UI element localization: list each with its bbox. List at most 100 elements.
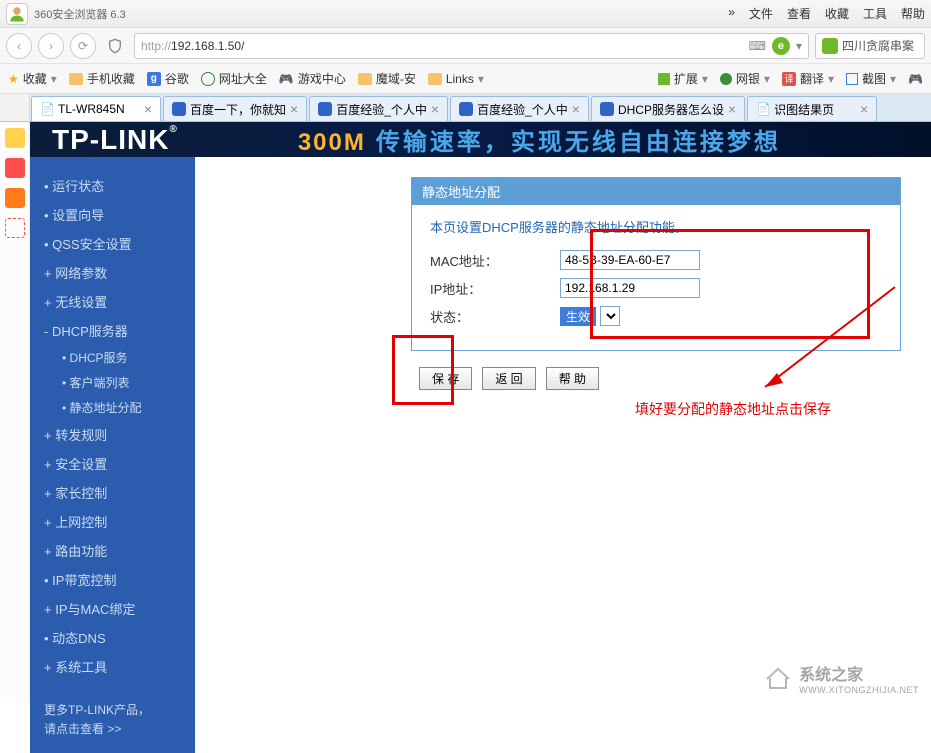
- status-label: 状态：: [430, 307, 560, 326]
- nav-dhcp-clients[interactable]: • 客户端列表: [30, 370, 195, 395]
- keyboard-icon[interactable]: ⌨: [749, 39, 766, 53]
- close-icon[interactable]: ×: [431, 101, 439, 117]
- nav-dhcp-static[interactable]: • 静态地址分配: [30, 395, 195, 420]
- bm-sites[interactable]: 网址大全: [201, 70, 267, 87]
- nav-network[interactable]: + 网络参数: [30, 258, 195, 287]
- nav-status[interactable]: • 运行状态: [30, 171, 195, 200]
- quick-at-icon[interactable]: [5, 218, 25, 238]
- wm-url: WWW.XITONGZHIJIA.NET: [799, 685, 919, 695]
- nav-label: IP与MAC绑定: [55, 602, 135, 617]
- menu-fav[interactable]: 收藏: [825, 5, 849, 22]
- reload-button[interactable]: ⟳: [70, 33, 96, 59]
- favorites-button[interactable]: ★ 收藏 ▾: [8, 70, 57, 87]
- bm-label: 翻译: [800, 70, 824, 87]
- search-box[interactable]: 四川贪腐串案: [815, 33, 925, 59]
- nav-more[interactable]: 更多TP-LINK产品， 请点击查看 >>: [30, 681, 195, 739]
- tab-label: 百度经验_个人中: [477, 101, 568, 118]
- nav-security[interactable]: + 安全设置: [30, 449, 195, 478]
- annotation-arrow-icon: [735, 277, 905, 397]
- nav-dhcp[interactable]: - DHCP服务器: [30, 316, 195, 345]
- bm-google[interactable]: g谷歌: [147, 70, 189, 87]
- bm-label: 手机收藏: [87, 70, 135, 87]
- close-icon[interactable]: ×: [144, 101, 152, 117]
- quick-bag-icon[interactable]: [5, 158, 25, 178]
- nav-label: 系统工具: [55, 660, 107, 675]
- nav-qss[interactable]: • QSS安全设置: [30, 229, 195, 258]
- sidebar-strip-top: [0, 94, 30, 121]
- nav-label: 转发规则: [55, 428, 107, 443]
- dropdown-icon[interactable]: ▾: [796, 39, 802, 53]
- screenshot-button[interactable]: 截图▾: [846, 70, 896, 87]
- screenshot-icon: [846, 73, 858, 85]
- nav-wireless[interactable]: + 无线设置: [30, 287, 195, 316]
- nav-access[interactable]: + 上网控制: [30, 507, 195, 536]
- tab-5[interactable]: 📄识图结果页×: [747, 96, 877, 121]
- back-button[interactable]: ‹: [6, 33, 32, 59]
- menu-file[interactable]: 文件: [749, 5, 773, 22]
- side-quick-icons: [0, 122, 30, 703]
- tab-4[interactable]: DHCP服务器怎么设×: [591, 96, 745, 121]
- game-icon[interactable]: 🎮: [908, 72, 923, 86]
- nav-label: IP带宽控制: [52, 573, 116, 588]
- user-avatar-icon[interactable]: [6, 3, 28, 25]
- page-icon: 📄: [756, 102, 770, 116]
- baidu-icon: [172, 102, 186, 116]
- nav-label: DHCP服务: [70, 351, 128, 365]
- nav-ipmac[interactable]: + IP与MAC绑定: [30, 594, 195, 623]
- quick-weibo-icon[interactable]: [5, 188, 25, 208]
- bm-links[interactable]: Links▾: [428, 72, 484, 86]
- url-prefix: http://: [141, 39, 171, 53]
- shield-icon[interactable]: [102, 33, 128, 59]
- bm-mobile[interactable]: 手机收藏: [69, 70, 135, 87]
- page-icon: 📄: [40, 102, 54, 116]
- quick-star-icon[interactable]: [5, 128, 25, 148]
- nav-dhcp-service[interactable]: • DHCP服务: [30, 345, 195, 370]
- tab-2[interactable]: 百度经验_个人中×: [309, 96, 448, 121]
- nav-system[interactable]: + 系统工具: [30, 652, 195, 681]
- help-button[interactable]: 帮 助: [546, 367, 599, 390]
- bank-button[interactable]: 网银▾: [720, 70, 770, 87]
- close-icon[interactable]: ×: [728, 101, 736, 117]
- translate-button[interactable]: 译翻译▾: [782, 70, 834, 87]
- compat-e-icon[interactable]: e: [772, 37, 790, 55]
- nav-label: 网络参数: [55, 266, 107, 281]
- menu-view[interactable]: 查看: [787, 5, 811, 22]
- bm-label: 网址大全: [219, 70, 267, 87]
- close-icon[interactable]: ×: [290, 101, 298, 117]
- watermark: 系统之家 WWW.XITONGZHIJIA.NET: [763, 661, 919, 695]
- bm-label: 魔域-安: [376, 70, 416, 87]
- nav-bandwidth[interactable]: • IP带宽控制: [30, 565, 195, 594]
- translate-icon: 译: [782, 72, 796, 86]
- bank-icon: [720, 73, 732, 85]
- folder-icon: [358, 73, 372, 85]
- nav-forward[interactable]: + 转发规则: [30, 420, 195, 449]
- nav-ddns[interactable]: • 动态DNS: [30, 623, 195, 652]
- back-button[interactable]: 返 回: [482, 367, 535, 390]
- tab-1[interactable]: 百度一下，你就知×: [163, 96, 307, 121]
- address-row: ‹ › ⟳ http://192.168.1.50/ ⌨ e ▾ 四川贪腐串案: [0, 28, 931, 64]
- address-bar[interactable]: http://192.168.1.50/ ⌨ e ▾: [134, 33, 809, 59]
- nav-label: 路由功能: [55, 544, 107, 559]
- close-icon[interactable]: ×: [860, 101, 868, 117]
- nav-routing[interactable]: + 路由功能: [30, 536, 195, 565]
- forward-button[interactable]: ›: [38, 33, 64, 59]
- bm-moyu[interactable]: 魔域-安: [358, 70, 416, 87]
- bm-label: 游戏中心: [298, 70, 346, 87]
- panel-title: 静态地址分配: [412, 178, 900, 205]
- nav-parent[interactable]: + 家长控制: [30, 478, 195, 507]
- tab-label: TL-WR845N: [58, 102, 125, 116]
- fav-label: 收藏: [23, 70, 47, 87]
- annotation-text: 填好要分配的静态地址点击保存: [635, 399, 831, 419]
- menu-tools[interactable]: 工具: [863, 5, 887, 22]
- tab-0[interactable]: 📄 TL-WR845N ×: [31, 96, 161, 121]
- close-icon[interactable]: ×: [572, 101, 580, 117]
- ext-button[interactable]: 扩展▾: [658, 70, 708, 87]
- menu-help[interactable]: 帮助: [901, 5, 925, 22]
- nav-wizard[interactable]: • 设置向导: [30, 200, 195, 229]
- tab-row: 📄TL-WR845N× 百度一下，你就知× 百度经验_个人中× 百度经验_个人中…: [0, 94, 931, 122]
- tplink-logo: TP-LINK®: [52, 124, 178, 156]
- ip-label: IP地址：: [430, 279, 560, 298]
- bm-games[interactable]: 🎮游戏中心: [279, 70, 346, 87]
- tab-3[interactable]: 百度经验_个人中×: [450, 96, 589, 121]
- bm-label: 网银: [736, 70, 760, 87]
